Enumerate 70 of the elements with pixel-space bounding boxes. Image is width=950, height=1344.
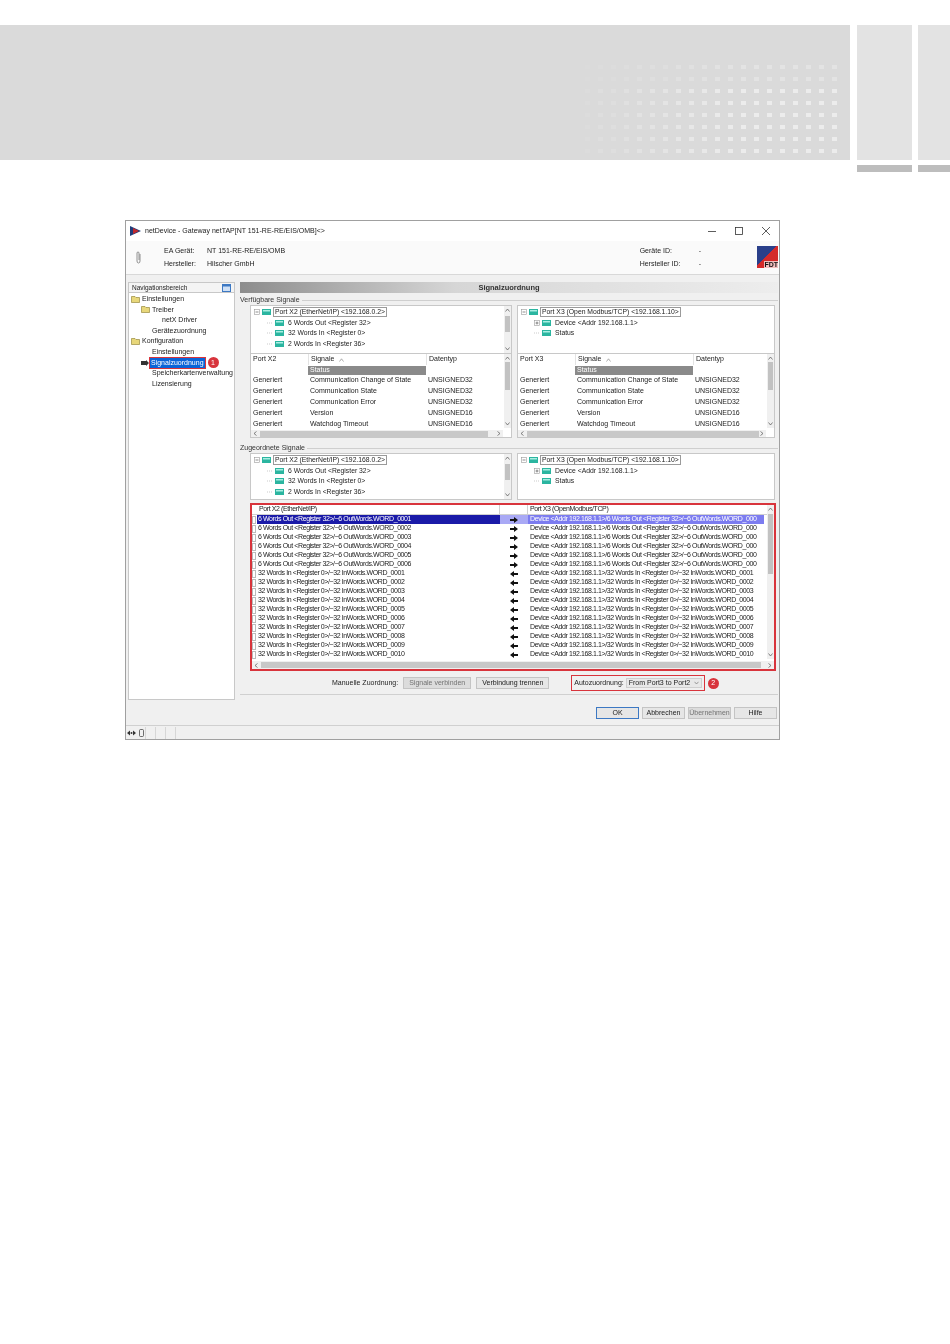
expand-icon[interactable] (534, 319, 540, 326)
tree-line-icon (267, 319, 273, 326)
node-icon (275, 488, 284, 495)
dropdown-caret-icon[interactable] (693, 681, 699, 685)
tree-line-icon (534, 478, 540, 485)
scroll-down-icon[interactable] (505, 422, 510, 426)
tree-line-icon (267, 340, 273, 347)
scroll-down-icon[interactable] (768, 653, 773, 657)
collapse-icon[interactable] (521, 309, 527, 316)
scroll-down-icon[interactable] (505, 493, 510, 497)
collapse-icon[interactable] (254, 309, 260, 316)
node-icon (275, 478, 284, 485)
paperclip-icon (136, 251, 142, 264)
scroll-down-icon[interactable] (505, 347, 510, 351)
close-icon[interactable] (762, 227, 770, 235)
connection-icon (127, 729, 136, 736)
scroll-left-icon[interactable] (520, 431, 524, 436)
node-icon (262, 309, 271, 316)
expand-icon[interactable] (534, 467, 540, 474)
scrollbar[interactable] (504, 306, 511, 353)
tree-line-icon (267, 478, 273, 485)
sort-icon (606, 357, 612, 362)
accent-bar (857, 165, 912, 172)
scroll-right-icon[interactable] (760, 431, 764, 436)
collapse-icon[interactable] (521, 457, 527, 464)
scroll-up-icon[interactable] (505, 308, 510, 312)
folder-icon (131, 338, 140, 346)
node-icon (275, 319, 284, 326)
node-icon (542, 478, 551, 485)
scroll-right-icon[interactable] (497, 431, 501, 436)
scroll-up-icon[interactable] (505, 356, 510, 360)
scrollbar[interactable] (504, 354, 511, 428)
scroll-thumb[interactable] (768, 514, 773, 574)
sort-icon (339, 357, 345, 362)
tree-line-icon (534, 330, 540, 337)
maximize-icon[interactable] (735, 227, 743, 235)
scroll-left-icon[interactable] (253, 431, 257, 436)
device-icon (139, 728, 144, 737)
tree-line-icon (267, 467, 273, 474)
node-icon (542, 467, 551, 474)
app-icon (130, 226, 141, 236)
arrow-icon (141, 359, 149, 366)
node-icon (542, 319, 551, 326)
scroll-thumb[interactable] (505, 362, 510, 390)
node-icon (262, 457, 271, 464)
node-icon (275, 330, 284, 337)
tree-line-icon (267, 330, 273, 337)
scrollbar[interactable] (767, 505, 774, 659)
scroll-up-icon[interactable] (505, 456, 510, 460)
scroll-down-icon[interactable] (768, 422, 773, 426)
collapse-icon[interactable] (254, 457, 260, 464)
scroll-thumb[interactable] (505, 464, 510, 480)
scroll-up-icon[interactable] (768, 356, 773, 360)
scroll-thumb[interactable] (505, 316, 510, 332)
tree-line-icon (267, 488, 273, 495)
scroll-right-icon[interactable] (768, 662, 772, 668)
accent-bar (918, 165, 950, 172)
scrollbar[interactable] (504, 454, 511, 499)
node-icon (275, 467, 284, 474)
scroll-up-icon[interactable] (768, 507, 773, 511)
scroll-left-icon[interactable] (254, 662, 258, 668)
scrollbar[interactable] (767, 354, 774, 428)
node-icon (529, 457, 538, 464)
scroll-thumb[interactable] (261, 662, 761, 668)
node-icon (529, 309, 538, 316)
node-icon (275, 340, 284, 347)
node-icon (542, 330, 551, 337)
scrollbar[interactable] (252, 661, 774, 669)
scroll-thumb[interactable] (768, 362, 773, 390)
window-icon[interactable] (222, 283, 231, 292)
